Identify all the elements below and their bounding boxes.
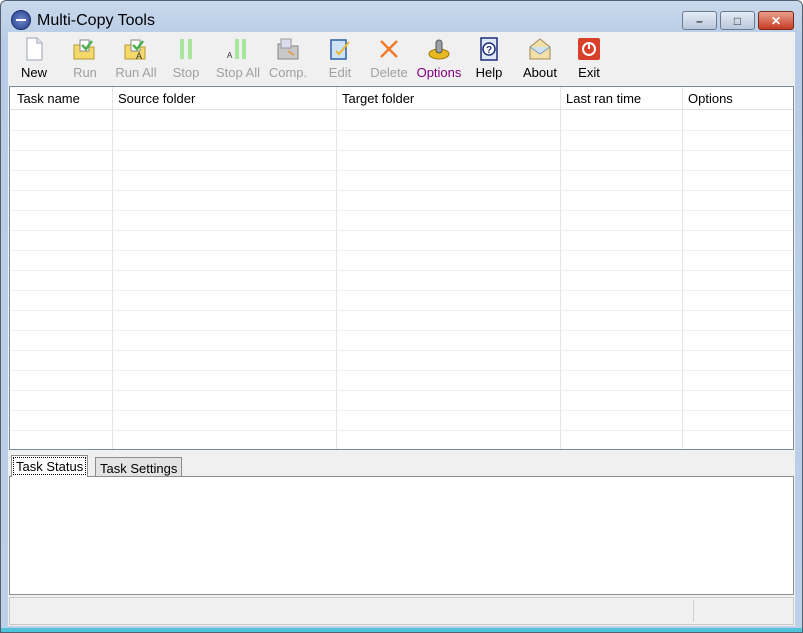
tab-task-settings[interactable]: Task Settings — [95, 457, 183, 477]
compare-icon — [277, 38, 299, 60]
edit-icon — [330, 39, 350, 60]
app-icon — [11, 10, 31, 30]
column-header-source-folder[interactable]: Source folder — [118, 91, 195, 106]
task-status-panel — [9, 476, 794, 595]
new-document-icon — [26, 37, 43, 61]
about-icon — [529, 38, 551, 60]
svg-text:A: A — [136, 51, 142, 61]
row-gridline — [10, 410, 793, 411]
column-divider — [560, 87, 561, 449]
row-gridline — [10, 250, 793, 251]
run-all-icon: A — [124, 39, 146, 61]
status-divider — [693, 600, 694, 622]
svg-text:?: ? — [486, 45, 492, 56]
stop-icon — [180, 39, 192, 59]
column-header-task-name[interactable]: Task name — [17, 91, 80, 106]
row-gridline — [10, 310, 793, 311]
column-header-last-ran-time[interactable]: Last ran time — [566, 91, 641, 106]
exit-button[interactable]: Exit — [564, 32, 614, 86]
row-gridline — [10, 450, 793, 451]
task-table[interactable]: Task name Source folder Target folder La… — [9, 86, 794, 451]
window-title: Multi-Copy Tools — [37, 12, 155, 29]
close-button[interactable]: ✕ — [758, 11, 794, 30]
row-gridline — [10, 170, 793, 171]
column-divider — [336, 87, 337, 449]
row-gridline — [10, 130, 793, 131]
row-gridline — [10, 430, 793, 431]
row-gridline — [10, 330, 793, 331]
column-header-options[interactable]: Options — [688, 91, 733, 106]
table-header: Task name Source folder Target folder La… — [10, 87, 793, 110]
column-divider — [682, 87, 683, 449]
options-icon — [428, 39, 450, 60]
column-divider — [112, 87, 113, 449]
maximize-button[interactable]: □ — [720, 11, 755, 30]
row-gridline — [10, 370, 793, 371]
client-area: New Run A Run All Stop A Stop All Comp. … — [8, 32, 795, 626]
exit-icon — [578, 38, 600, 60]
run-icon — [73, 39, 95, 60]
row-gridline — [10, 290, 793, 291]
row-gridline — [10, 150, 793, 151]
row-gridline — [10, 350, 793, 351]
stop-all-icon: A — [227, 39, 246, 60]
svg-text:A: A — [227, 51, 233, 60]
row-gridline — [10, 190, 793, 191]
minimize-button[interactable]: – — [682, 11, 717, 30]
delete-icon — [380, 40, 398, 58]
status-bar — [9, 597, 794, 625]
row-gridline — [10, 270, 793, 271]
row-gridline — [10, 390, 793, 391]
help-icon: ? — [480, 37, 498, 61]
column-header-target-folder[interactable]: Target folder — [342, 91, 414, 106]
row-gridline — [10, 230, 793, 231]
row-gridline — [10, 210, 793, 211]
tab-task-status[interactable]: Task Status — [11, 455, 89, 477]
